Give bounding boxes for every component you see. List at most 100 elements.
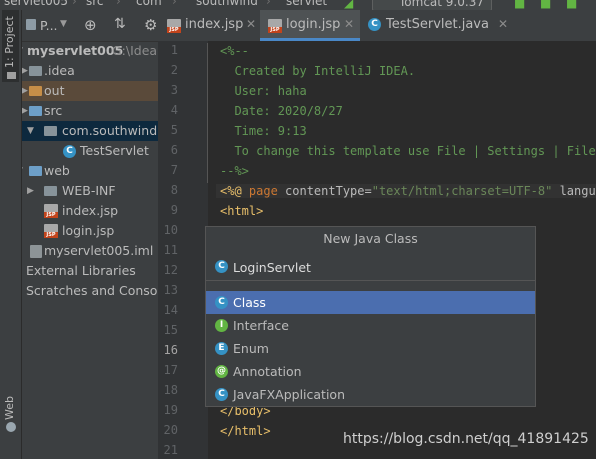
code-line: --%> — [220, 164, 249, 178]
breadcrumb-separator: › — [266, 0, 271, 8]
chevron-down-icon: ▼ — [27, 126, 34, 136]
project-view-icon — [26, 19, 36, 30]
kind-option-interface[interactable]: I Interface — [206, 314, 535, 337]
gear-icon[interactable]: ⚙ — [144, 16, 157, 34]
directive-open: <%@ — [220, 184, 249, 198]
line-number: 7 — [170, 163, 178, 177]
code-line: </html> — [220, 424, 271, 438]
line-number: 4 — [170, 103, 178, 117]
jsp-icon — [268, 19, 282, 33]
run-configuration-selector[interactable]: Tomcat 9.0.37 — [372, 0, 492, 10]
tab-label: login.jsp — [286, 17, 341, 32]
close-icon[interactable]: ✕ — [498, 10, 508, 39]
code-line: Created by IntelliJ IDEA. — [220, 64, 416, 78]
interface-icon: I — [215, 319, 228, 332]
class-name-input[interactable] — [233, 257, 523, 277]
tree-item-src[interactable]: ▶ src — [22, 101, 158, 121]
tree-item-out[interactable]: ▶ out — [22, 81, 158, 101]
close-icon[interactable]: ✕ — [344, 10, 354, 39]
tree-item-label: src — [44, 103, 63, 118]
breadcrumb-separator: › — [116, 0, 121, 8]
collapse-all-icon[interactable]: ⇅ — [114, 16, 126, 32]
tab-index-jsp[interactable]: index.jsp ✕ — [158, 10, 260, 41]
tree-item-label: TestServlet — [80, 143, 149, 158]
annotation-icon: @ — [215, 365, 228, 378]
tree-item-web[interactable]: ▼ web — [22, 161, 158, 181]
line-number: 8 — [170, 183, 178, 197]
kind-option-label: Enum — [233, 341, 269, 356]
line-number: 2 — [170, 63, 178, 77]
tree-item-iml[interactable]: myservlet005.iml — [22, 241, 158, 261]
tree-item-web-inf[interactable]: ▶ WEB-INF — [22, 181, 158, 201]
breadcrumb-com[interactable]: com — [136, 0, 162, 8]
tab-login-jsp[interactable]: login.jsp ✕ — [260, 10, 360, 41]
tool-window-stripe: 1: Project Web — [0, 10, 22, 459]
project-tool-button[interactable]: 1: Project — [2, 10, 19, 82]
code-line-page-directive: <%@ page contentType="text/html;charset=… — [216, 184, 596, 198]
tree-item-package[interactable]: ▼ com.southwind.s — [22, 121, 158, 141]
class-name-field: C — [206, 254, 535, 281]
debug-icon[interactable]: ■ — [540, 0, 551, 10]
tree-item-label: WEB-INF — [62, 183, 116, 198]
tab-label: TestServlet.java — [386, 17, 489, 32]
breadcrumb-module[interactable]: servlet005 — [4, 0, 68, 8]
kind-option-javafx-application[interactable]: C JavaFXApplication — [206, 383, 535, 406]
project-view-selector[interactable]: P... — [40, 18, 58, 33]
code-line: Date: 2020/8/27 — [220, 104, 343, 118]
chevron-down-icon[interactable]: ▼ — [60, 19, 67, 29]
tree-item-login-jsp[interactable]: login.jsp — [22, 221, 158, 241]
coverage-icon[interactable]: ■ — [566, 0, 577, 10]
line-number-current: 16 — [163, 343, 178, 357]
watermark-text: https://blog.csdn.net/qq_41891425 — [343, 431, 589, 447]
build-hammer-icon[interactable]: ◢ — [344, 0, 353, 10]
kind-option-label: Interface — [233, 318, 289, 333]
source-folder-icon — [29, 106, 42, 116]
tree-item-external-libraries[interactable]: External Libraries — [22, 261, 158, 281]
tree-item-module[interactable]: ▼ myservlet005 G:\Idea — [22, 41, 158, 61]
class-icon: C — [215, 260, 228, 273]
code-line: User: haha — [220, 84, 307, 98]
tree-item-label: myservlet005.iml — [44, 243, 154, 258]
kind-option-annotation[interactable]: @ Annotation — [206, 360, 535, 383]
tree-item-label: myservlet005 — [27, 43, 124, 58]
close-icon[interactable]: ✕ — [246, 10, 256, 39]
tab-testservlet-java[interactable]: C TestServlet.java ✕ — [360, 10, 510, 41]
directive-attribute: contentType= — [277, 184, 372, 198]
new-java-class-dialog: New Java Class C C Class I Interface E E… — [205, 226, 536, 407]
tree-item-label: index.jsp — [62, 203, 119, 218]
folder-icon — [29, 86, 42, 96]
class-icon: C — [368, 18, 381, 31]
module-file-icon — [30, 245, 42, 258]
jsp-icon — [44, 204, 58, 218]
web-folder-icon — [29, 166, 42, 176]
editor-gutter: 1 2 3 4 5 6 7 8 9 10 11 12 13 14 15 16 1… — [158, 41, 208, 459]
tree-item-scratches[interactable]: Scratches and Console — [22, 281, 158, 301]
globe-icon — [6, 422, 16, 432]
tree-item-testservlet[interactable]: C TestServlet — [22, 141, 158, 161]
line-number: 6 — [170, 143, 178, 157]
enum-icon: E — [215, 342, 228, 355]
folder-icon — [44, 186, 57, 196]
directive-value: "text/html;charset=UTF-8" — [371, 184, 553, 198]
line-number: 12 — [163, 263, 178, 277]
crosshair-icon[interactable]: ⊕ — [84, 16, 97, 34]
breadcrumb-separator: › — [72, 0, 77, 8]
kind-option-label: Class — [233, 295, 266, 310]
tree-item-label: .idea — [44, 63, 75, 78]
breadcrumb-southwind[interactable]: southwind — [196, 0, 258, 8]
run-icon[interactable]: ■ — [514, 0, 525, 10]
web-tool-button[interactable]: Web — [2, 390, 19, 438]
line-number: 11 — [163, 243, 178, 257]
tree-item-idea[interactable]: ▶ .idea — [22, 61, 158, 81]
kind-option-enum[interactable]: E Enum — [206, 337, 535, 360]
breadcrumb-src[interactable]: src — [86, 0, 104, 8]
chevron-right-icon: ▶ — [27, 186, 34, 196]
tree-item-index-jsp[interactable]: index.jsp — [22, 201, 158, 221]
kind-option-class[interactable]: C Class — [206, 291, 535, 314]
chevron-down-icon: ▼ — [22, 161, 23, 181]
dialog-title: New Java Class — [323, 231, 418, 246]
tree-item-label: web — [44, 163, 70, 178]
class-icon: C — [215, 388, 228, 401]
web-tool-label: Web — [3, 396, 16, 420]
breadcrumb-servlet[interactable]: servlet — [286, 0, 327, 8]
